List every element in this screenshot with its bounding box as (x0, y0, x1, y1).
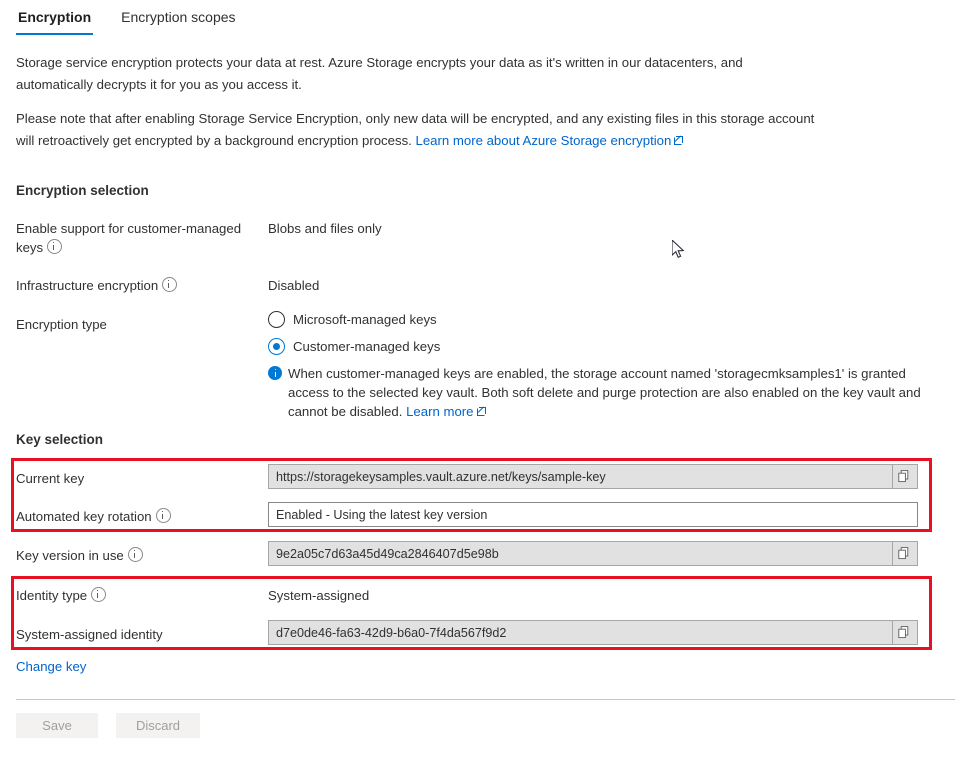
save-button[interactable]: Save (16, 713, 98, 738)
copy-icon-system-assigned-identity[interactable] (892, 621, 917, 644)
key-version-label: Key version in use (16, 546, 264, 565)
cmk-support-label: Enable support for customer-managed keys (16, 219, 264, 257)
radio-microsoft-managed-keys-label: Microsoft-managed keys (293, 312, 437, 327)
cmk-info-banner: When customer-managed keys are enabled, … (268, 364, 950, 421)
radio-customer-managed-keys[interactable] (268, 338, 285, 355)
system-assigned-identity-value: d7e0de46-fa63-42d9-b6a0-7f4da567f9d2 (269, 626, 892, 640)
learn-more-storage-encryption-link[interactable]: Learn more about Azure Storage encryptio… (416, 133, 672, 148)
banner-learn-more-label: Learn more (406, 404, 473, 419)
copy-icon-current-key[interactable] (892, 465, 917, 488)
change-key-link[interactable]: Change key (16, 659, 86, 674)
key-version-label-text: Key version in use (16, 548, 124, 563)
info-icon-infrastructure-encryption[interactable] (162, 277, 177, 292)
discard-button-label: Discard (136, 718, 180, 733)
radio-microsoft-managed-keys[interactable] (268, 311, 285, 328)
identity-type-value: System-assigned (268, 586, 369, 605)
current-key-field[interactable]: https://storagekeysamples.vault.azure.ne… (268, 464, 918, 489)
infrastructure-encryption-label: Infrastructure encryption (16, 276, 264, 295)
identity-type-label-text: Identity type (16, 588, 87, 603)
tab-bar: Encryption Encryption scopes (0, 0, 971, 40)
tab-encryption-scopes[interactable]: Encryption scopes (119, 0, 237, 35)
mouse-cursor (672, 240, 686, 260)
identity-type-label: Identity type (16, 586, 264, 605)
automated-key-rotation-label: Automated key rotation (16, 507, 264, 526)
radio-option-microsoft-managed-keys[interactable]: Microsoft-managed keys (268, 311, 437, 328)
cmk-info-banner-text: When customer-managed keys are enabled, … (288, 366, 921, 419)
key-version-field[interactable]: 9e2a05c7d63a45d49ca2846407d5e98b (268, 541, 918, 566)
info-icon-key-version[interactable] (128, 547, 143, 562)
radio-customer-managed-keys-label: Customer-managed keys (293, 339, 440, 354)
change-key-label: Change key (16, 659, 86, 674)
intro-paragraph-2: Please note that after enabling Storage … (16, 108, 816, 152)
info-icon-automated-key-rotation[interactable] (156, 508, 171, 523)
automated-key-rotation-field[interactable]: Enabled - Using the latest key version (268, 502, 918, 527)
infrastructure-encryption-value: Disabled (268, 276, 319, 295)
key-selection-heading: Key selection (16, 432, 103, 447)
encryption-type-label: Encryption type (16, 315, 264, 334)
copy-icon-key-version[interactable] (892, 542, 917, 565)
tab-encryption-label: Encryption (18, 9, 91, 25)
external-link-icon-banner (477, 407, 486, 416)
intro-paragraph-1: Storage service encryption protects your… (16, 52, 816, 96)
discard-button[interactable]: Discard (116, 713, 200, 738)
info-icon-identity-type[interactable] (91, 587, 106, 602)
tab-encryption-scopes-label: Encryption scopes (121, 9, 235, 25)
save-button-label: Save (42, 718, 72, 733)
automated-key-rotation-value: Enabled - Using the latest key version (269, 508, 917, 522)
infrastructure-encryption-label-text: Infrastructure encryption (16, 278, 158, 293)
automated-key-rotation-label-text: Automated key rotation (16, 509, 152, 524)
radio-option-customer-managed-keys[interactable]: Customer-managed keys (268, 338, 440, 355)
external-link-icon (674, 136, 683, 145)
system-assigned-identity-field[interactable]: d7e0de46-fa63-42d9-b6a0-7f4da567f9d2 (268, 620, 918, 645)
change-key-link-wrapper: Change key (16, 659, 86, 674)
learn-more-storage-encryption-label: Learn more about Azure Storage encryptio… (416, 133, 672, 148)
key-version-value: 9e2a05c7d63a45d49ca2846407d5e98b (269, 547, 892, 561)
encryption-selection-heading: Encryption selection (16, 183, 149, 198)
system-assigned-identity-label: System-assigned identity (16, 625, 264, 644)
info-filled-icon (268, 366, 282, 380)
info-icon-cmk-support[interactable] (47, 239, 62, 254)
current-key-label: Current key (16, 469, 264, 488)
footer-divider (16, 699, 955, 700)
cmk-support-value: Blobs and files only (268, 219, 382, 238)
tab-encryption[interactable]: Encryption (16, 0, 93, 35)
banner-learn-more-link[interactable]: Learn more (406, 404, 473, 419)
current-key-value: https://storagekeysamples.vault.azure.ne… (269, 470, 892, 484)
